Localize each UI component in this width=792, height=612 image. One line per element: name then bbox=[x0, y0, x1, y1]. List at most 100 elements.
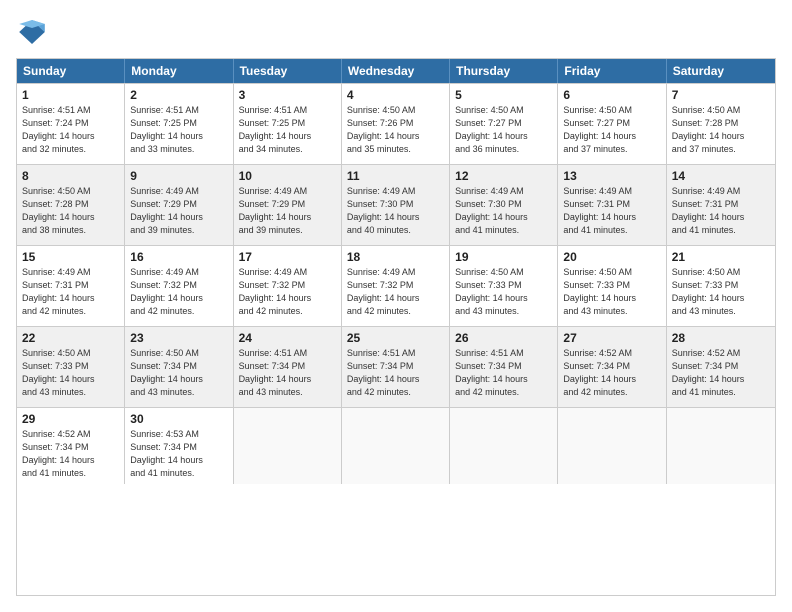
day-info: Sunrise: 4:50 AMSunset: 7:33 PMDaylight:… bbox=[563, 266, 660, 318]
cal-cell-1: 1 Sunrise: 4:51 AMSunset: 7:24 PMDaylight… bbox=[17, 84, 125, 164]
calendar-body: 1 Sunrise: 4:51 AMSunset: 7:24 PMDaylight… bbox=[17, 83, 775, 484]
header-day-sunday: Sunday bbox=[17, 59, 125, 83]
cal-cell-25: 25 Sunrise: 4:51 AMSunset: 7:34 PMDayligh… bbox=[342, 327, 450, 407]
day-number: 1 bbox=[22, 88, 119, 102]
cal-cell-29: 29 Sunrise: 4:52 AMSunset: 7:34 PMDayligh… bbox=[17, 408, 125, 484]
day-info: Sunrise: 4:50 AMSunset: 7:33 PMDaylight:… bbox=[672, 266, 770, 318]
cal-cell-empty-6 bbox=[667, 408, 775, 484]
day-number: 25 bbox=[347, 331, 444, 345]
day-info: Sunrise: 4:49 AMSunset: 7:29 PMDaylight:… bbox=[239, 185, 336, 237]
day-info: Sunrise: 4:49 AMSunset: 7:31 PMDaylight:… bbox=[672, 185, 770, 237]
day-number: 21 bbox=[672, 250, 770, 264]
day-info: Sunrise: 4:51 AMSunset: 7:34 PMDaylight:… bbox=[239, 347, 336, 399]
cal-cell-28: 28Sunrise: 4:52 AMSunset: 7:34 PMDayligh… bbox=[667, 327, 775, 407]
day-info: Sunrise: 4:50 AMSunset: 7:28 PMDaylight:… bbox=[672, 104, 770, 156]
day-number: 20 bbox=[563, 250, 660, 264]
header-day-tuesday: Tuesday bbox=[234, 59, 342, 83]
day-info: Sunrise: 4:50 AMSunset: 7:28 PMDaylight:… bbox=[22, 185, 119, 237]
header bbox=[16, 16, 776, 48]
header-day-wednesday: Wednesday bbox=[342, 59, 450, 83]
cal-cell-13: 13 Sunrise: 4:49 AMSunset: 7:31 PMDayligh… bbox=[558, 165, 666, 245]
cal-cell-15: 15 Sunrise: 4:49 AMSunset: 7:31 PMDayligh… bbox=[17, 246, 125, 326]
cal-cell-4: 4 Sunrise: 4:50 AMSunset: 7:26 PMDaylight… bbox=[342, 84, 450, 164]
cal-cell-30: 30 Sunrise: 4:53 AMSunset: 7:34 PMDayligh… bbox=[125, 408, 233, 484]
cal-cell-10: 10 Sunrise: 4:49 AMSunset: 7:29 PMDayligh… bbox=[234, 165, 342, 245]
day-number: 23 bbox=[130, 331, 227, 345]
header-day-thursday: Thursday bbox=[450, 59, 558, 83]
cal-cell-12: 12Sunrise: 4:49 AMSunset: 7:30 PMDayligh… bbox=[450, 165, 558, 245]
header-day-friday: Friday bbox=[558, 59, 666, 83]
cal-cell-18: 18 Sunrise: 4:49 AMSunset: 7:32 PMDayligh… bbox=[342, 246, 450, 326]
logo bbox=[16, 16, 52, 48]
cal-cell-7: 7 Sunrise: 4:50 AMSunset: 7:28 PMDaylight… bbox=[667, 84, 775, 164]
day-info: Sunrise: 4:51 AMSunset: 7:24 PMDaylight:… bbox=[22, 104, 119, 156]
cal-cell-empty-2 bbox=[234, 408, 342, 484]
day-info: Sunrise: 4:50 AMSunset: 7:27 PMDaylight:… bbox=[455, 104, 552, 156]
day-number: 2 bbox=[130, 88, 227, 102]
day-info: Sunrise: 4:49 AMSunset: 7:31 PMDaylight:… bbox=[22, 266, 119, 318]
cal-cell-9: 9 Sunrise: 4:49 AMSunset: 7:29 PMDaylight… bbox=[125, 165, 233, 245]
day-number: 19 bbox=[455, 250, 552, 264]
cal-cell-6: 6Sunrise: 4:50 AMSunset: 7:27 PMDaylight… bbox=[558, 84, 666, 164]
day-info: Sunrise: 4:50 AMSunset: 7:26 PMDaylight:… bbox=[347, 104, 444, 156]
calendar: SundayMondayTuesdayWednesdayThursdayFrid… bbox=[16, 58, 776, 596]
day-number: 4 bbox=[347, 88, 444, 102]
day-info: Sunrise: 4:49 AMSunset: 7:31 PMDaylight:… bbox=[563, 185, 660, 237]
cal-cell-17: 17Sunrise: 4:49 AMSunset: 7:32 PMDayligh… bbox=[234, 246, 342, 326]
day-info: Sunrise: 4:50 AMSunset: 7:33 PMDaylight:… bbox=[455, 266, 552, 318]
day-number: 5 bbox=[455, 88, 552, 102]
calendar-row-5: 29 Sunrise: 4:52 AMSunset: 7:34 PMDayligh… bbox=[17, 407, 775, 484]
day-info: Sunrise: 4:49 AMSunset: 7:32 PMDaylight:… bbox=[130, 266, 227, 318]
calendar-header: SundayMondayTuesdayWednesdayThursdayFrid… bbox=[17, 59, 775, 83]
day-info: Sunrise: 4:52 AMSunset: 7:34 PMDaylight:… bbox=[22, 428, 119, 480]
day-number: 9 bbox=[130, 169, 227, 183]
day-number: 13 bbox=[563, 169, 660, 183]
cal-cell-11: 11Sunrise: 4:49 AMSunset: 7:30 PMDayligh… bbox=[342, 165, 450, 245]
day-number: 11 bbox=[347, 169, 444, 183]
cal-cell-21: 21 Sunrise: 4:50 AMSunset: 7:33 PMDayligh… bbox=[667, 246, 775, 326]
day-number: 18 bbox=[347, 250, 444, 264]
cal-cell-empty-4 bbox=[450, 408, 558, 484]
cal-cell-14: 14 Sunrise: 4:49 AMSunset: 7:31 PMDayligh… bbox=[667, 165, 775, 245]
day-info: Sunrise: 4:50 AMSunset: 7:34 PMDaylight:… bbox=[130, 347, 227, 399]
day-number: 29 bbox=[22, 412, 119, 426]
cal-cell-27: 27 Sunrise: 4:52 AMSunset: 7:34 PMDayligh… bbox=[558, 327, 666, 407]
calendar-row-4: 22 Sunrise: 4:50 AMSunset: 7:33 PMDayligh… bbox=[17, 326, 775, 407]
cal-cell-19: 19 Sunrise: 4:50 AMSunset: 7:33 PMDayligh… bbox=[450, 246, 558, 326]
cal-cell-5: 5 Sunrise: 4:50 AMSunset: 7:27 PMDaylight… bbox=[450, 84, 558, 164]
day-number: 14 bbox=[672, 169, 770, 183]
day-info: Sunrise: 4:51 AMSunset: 7:34 PMDaylight:… bbox=[455, 347, 552, 399]
cal-cell-24: 24 Sunrise: 4:51 AMSunset: 7:34 PMDayligh… bbox=[234, 327, 342, 407]
cal-cell-16: 16Sunrise: 4:49 AMSunset: 7:32 PMDayligh… bbox=[125, 246, 233, 326]
day-info: Sunrise: 4:49 AMSunset: 7:29 PMDaylight:… bbox=[130, 185, 227, 237]
cal-cell-empty-3 bbox=[342, 408, 450, 484]
day-number: 28 bbox=[672, 331, 770, 345]
day-info: Sunrise: 4:51 AMSunset: 7:34 PMDaylight:… bbox=[347, 347, 444, 399]
day-number: 22 bbox=[22, 331, 119, 345]
page: SundayMondayTuesdayWednesdayThursdayFrid… bbox=[0, 0, 792, 612]
calendar-row-3: 15 Sunrise: 4:49 AMSunset: 7:31 PMDayligh… bbox=[17, 245, 775, 326]
day-number: 7 bbox=[672, 88, 770, 102]
day-info: Sunrise: 4:50 AMSunset: 7:33 PMDaylight:… bbox=[22, 347, 119, 399]
day-number: 10 bbox=[239, 169, 336, 183]
day-number: 30 bbox=[130, 412, 227, 426]
cal-cell-3: 3Sunrise: 4:51 AMSunset: 7:25 PMDaylight… bbox=[234, 84, 342, 164]
day-info: Sunrise: 4:52 AMSunset: 7:34 PMDaylight:… bbox=[563, 347, 660, 399]
calendar-row-1: 1 Sunrise: 4:51 AMSunset: 7:24 PMDaylight… bbox=[17, 83, 775, 164]
header-day-saturday: Saturday bbox=[667, 59, 775, 83]
cal-cell-26: 26Sunrise: 4:51 AMSunset: 7:34 PMDayligh… bbox=[450, 327, 558, 407]
header-day-monday: Monday bbox=[125, 59, 233, 83]
day-info: Sunrise: 4:51 AMSunset: 7:25 PMDaylight:… bbox=[130, 104, 227, 156]
cal-cell-23: 23 Sunrise: 4:50 AMSunset: 7:34 PMDayligh… bbox=[125, 327, 233, 407]
cal-cell-empty-5 bbox=[558, 408, 666, 484]
cal-cell-2: 2 Sunrise: 4:51 AMSunset: 7:25 PMDaylight… bbox=[125, 84, 233, 164]
day-info: Sunrise: 4:50 AMSunset: 7:27 PMDaylight:… bbox=[563, 104, 660, 156]
cal-cell-8: 8Sunrise: 4:50 AMSunset: 7:28 PMDaylight… bbox=[17, 165, 125, 245]
day-number: 24 bbox=[239, 331, 336, 345]
day-info: Sunrise: 4:53 AMSunset: 7:34 PMDaylight:… bbox=[130, 428, 227, 480]
day-number: 15 bbox=[22, 250, 119, 264]
day-info: Sunrise: 4:49 AMSunset: 7:32 PMDaylight:… bbox=[347, 266, 444, 318]
day-number: 17 bbox=[239, 250, 336, 264]
day-number: 27 bbox=[563, 331, 660, 345]
cal-cell-20: 20 Sunrise: 4:50 AMSunset: 7:33 PMDayligh… bbox=[558, 246, 666, 326]
